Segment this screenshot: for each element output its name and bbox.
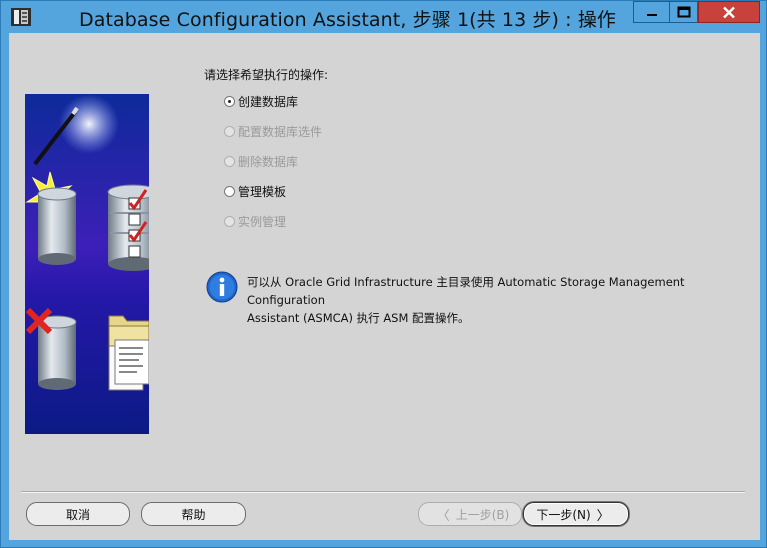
database-wizard-illustration bbox=[25, 94, 149, 434]
minimize-icon bbox=[646, 14, 657, 16]
instance-management-radio[interactable] bbox=[224, 216, 235, 227]
dialog-content: 请选择希望执行的操作: 创建数据库 配置数据库选件 删除数据库 管理模板 实例管… bbox=[9, 33, 760, 540]
option-delete-database[interactable]: 删除数据库 bbox=[224, 153, 298, 170]
maximize-button[interactable] bbox=[669, 1, 698, 23]
delete-database-label: 删除数据库 bbox=[238, 155, 299, 169]
help-button[interactable]: 帮助 bbox=[141, 502, 246, 526]
asm-info-message: 可以从 Oracle Grid Infrastructure 主目录使用 Aut… bbox=[247, 273, 757, 327]
manage-templates-radio[interactable] bbox=[224, 186, 235, 197]
cancel-button-label: 取消 bbox=[65, 507, 90, 522]
window-title: Database Configuration Assistant, 步骤 1(共… bbox=[79, 9, 617, 31]
back-button[interactable]: 〈 上一步(B) bbox=[418, 502, 522, 526]
chevron-right-icon: 〉 bbox=[596, 508, 610, 524]
info-icon bbox=[206, 271, 238, 303]
option-configure-database-options[interactable]: 配置数据库选件 bbox=[224, 123, 322, 140]
option-manage-templates[interactable]: 管理模板 bbox=[224, 183, 286, 200]
create-database-label: 创建数据库 bbox=[238, 95, 299, 109]
manage-templates-label: 管理模板 bbox=[238, 185, 287, 199]
cancel-button[interactable]: 取消 bbox=[26, 502, 130, 526]
maximize-icon bbox=[677, 6, 690, 18]
operation-prompt: 请选择希望执行的操作: bbox=[204, 68, 329, 82]
next-button[interactable]: 下一步(N) 〉 bbox=[523, 502, 629, 526]
create-database-radio[interactable] bbox=[224, 96, 235, 107]
configure-database-options-label: 配置数据库选件 bbox=[238, 125, 323, 139]
title-bar[interactable]: Database Configuration Assistant, 步骤 1(共… bbox=[1, 1, 766, 33]
database-app-icon bbox=[11, 8, 31, 26]
info-text-line-2: Assistant (ASMCA) 执行 ASM 配置操作。 bbox=[247, 311, 470, 325]
dialog-window: Database Configuration Assistant, 步骤 1(共… bbox=[0, 0, 767, 548]
chevron-left-icon: 〈 bbox=[436, 508, 450, 524]
next-button-label: 下一步(N) bbox=[536, 507, 591, 522]
info-text-line-1: 可以从 Oracle Grid Infrastructure 主目录使用 Aut… bbox=[247, 275, 685, 307]
close-button[interactable] bbox=[698, 1, 760, 23]
help-button-label: 帮助 bbox=[181, 507, 206, 522]
configure-database-options-radio[interactable] bbox=[224, 126, 235, 137]
close-icon bbox=[723, 6, 735, 18]
minimize-button[interactable] bbox=[633, 1, 670, 23]
instance-management-label: 实例管理 bbox=[238, 215, 287, 229]
back-button-label: 上一步(B) bbox=[455, 507, 510, 522]
option-create-database[interactable]: 创建数据库 bbox=[224, 93, 298, 110]
footer-separator bbox=[21, 491, 745, 493]
option-instance-management[interactable]: 实例管理 bbox=[224, 213, 286, 230]
delete-database-radio[interactable] bbox=[224, 156, 235, 167]
